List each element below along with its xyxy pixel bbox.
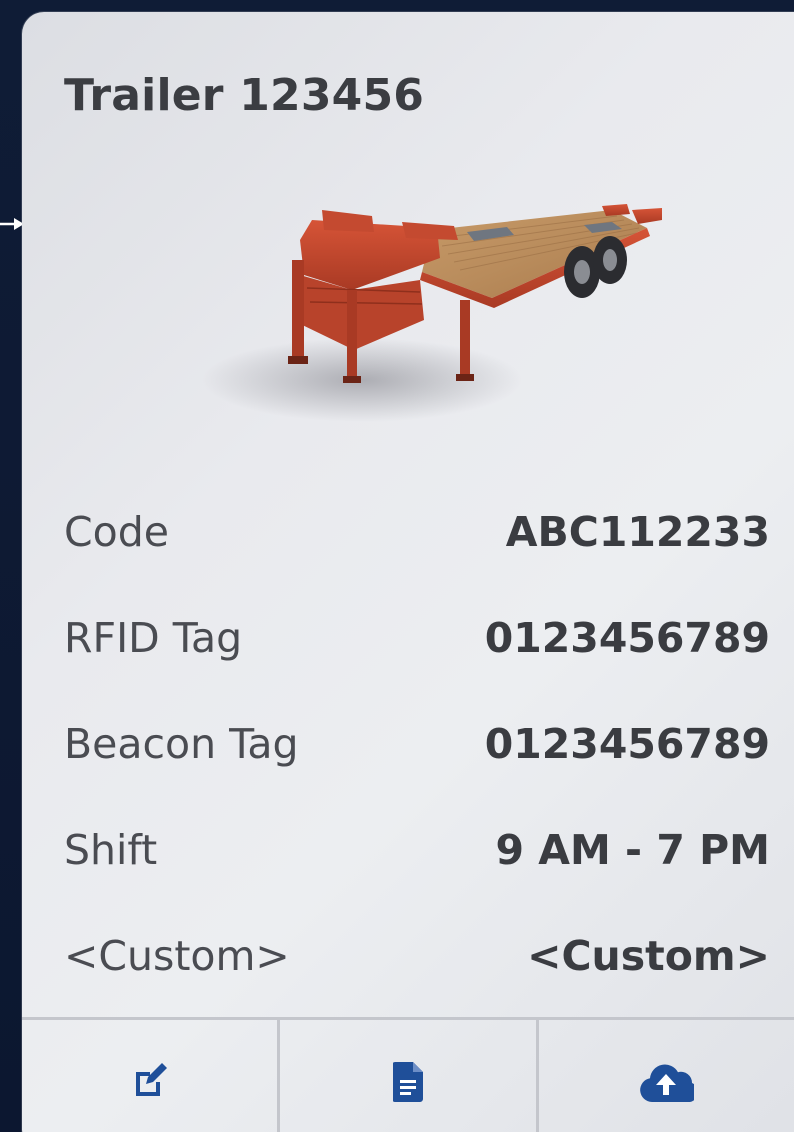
cloud-upload-button[interactable] <box>535 1020 794 1132</box>
detail-row-shift: Shift 9 AM - 7 PM <box>64 820 770 926</box>
document-icon <box>392 1062 423 1102</box>
screen: Trailer 123456 Code ABC112233 RFID Tag 0… <box>0 0 794 1132</box>
detail-value: 0123456789 <box>484 720 770 768</box>
detail-value: 0123456789 <box>484 614 770 662</box>
detail-label: <Custom> <box>64 932 290 980</box>
detail-row-beacon-tag: Beacon Tag 0123456789 <box>64 714 770 820</box>
card-title: Trailer 123456 <box>64 70 425 121</box>
detail-label: RFID Tag <box>64 614 243 662</box>
details-list: Code ABC112233 RFID Tag 0123456789 Beaco… <box>64 502 770 1032</box>
detail-value: ABC112233 <box>505 508 770 556</box>
detail-value: 9 AM - 7 PM <box>495 826 770 874</box>
detail-row-rfid-tag: RFID Tag 0123456789 <box>64 608 770 714</box>
edit-button[interactable] <box>22 1020 277 1132</box>
document-button[interactable] <box>277 1020 535 1132</box>
detail-row-code: Code ABC112233 <box>64 502 770 608</box>
detail-value: <Custom> <box>527 932 770 980</box>
detail-label: Shift <box>64 826 158 874</box>
edit-icon <box>135 1063 167 1096</box>
asset-card: Trailer 123456 Code ABC112233 RFID Tag 0… <box>22 12 794 1132</box>
card-action-bar <box>22 1017 794 1132</box>
trailer-image <box>202 204 662 422</box>
detail-label: Beacon Tag <box>64 720 299 768</box>
cloud-upload-icon <box>640 1064 695 1102</box>
detail-label: Code <box>64 508 169 556</box>
